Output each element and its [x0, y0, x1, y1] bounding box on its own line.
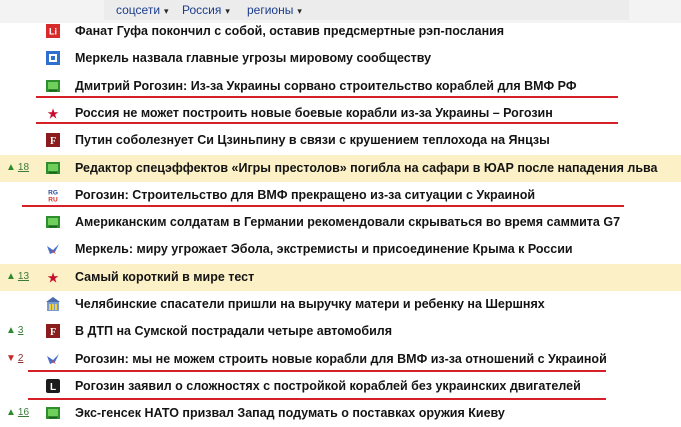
news-headline-link[interactable]: Меркель назвала главные угрозы мировому … [75, 51, 431, 65]
chevron-down-icon: ▾ [164, 6, 169, 16]
chevron-down-icon: ▾ [225, 6, 230, 16]
filter-social-dropdown[interactable]: соцсети ▾ [116, 3, 169, 17]
triangle-up-icon: ▲ [6, 325, 16, 337]
news-headline-link[interactable]: Рогозин заявил о сложностях с постройкой… [75, 379, 581, 393]
news-row: Меркель назвала главные угрозы мировому … [0, 45, 681, 72]
source-tv-green-icon [46, 161, 60, 174]
news-row: ▼ 2 Рогозин: мы не можем строить новые кор… [0, 346, 681, 373]
chevron-down-icon: ▾ [297, 6, 302, 16]
source-tv-green-icon [46, 79, 60, 92]
source-l-black-icon: L [46, 378, 60, 393]
news-row: Челябинские спасатели пришли на выручку … [0, 291, 681, 318]
svg-text:★: ★ [47, 270, 60, 286]
annotation-underline [28, 370, 606, 372]
annotation-underline [36, 122, 618, 124]
filter-social-label: соцсети [116, 3, 161, 17]
source-bird-blue-icon [47, 244, 59, 255]
news-row: ▲ 3 F В ДТП на Сумской пострадали четыре ав… [0, 318, 681, 345]
svg-text:RG: RG [48, 189, 58, 196]
source-f-maroon-icon: F [46, 324, 60, 339]
triangle-up-icon: ▲ [6, 161, 16, 173]
rank-change-count[interactable]: 2 [18, 353, 24, 364]
triangle-up-icon: ▲ [6, 270, 16, 282]
source-building-icon [46, 297, 60, 311]
source-tv-green-icon [46, 407, 60, 420]
rank-change-count[interactable]: 18 [18, 162, 29, 173]
source-red-star-icon: ★ [47, 270, 60, 286]
news-headline-link[interactable]: Рогозин: мы не можем строить новые кораб… [75, 352, 607, 366]
source-tv-green-icon [46, 216, 60, 229]
svg-text:Li: Li [49, 27, 57, 37]
news-headline-link[interactable]: Дмитрий Рогозин: Из-за Украины сорвано с… [75, 79, 577, 93]
rank-change-count[interactable]: 3 [18, 325, 24, 336]
annotation-underline [22, 205, 624, 207]
triangle-up-icon: ▲ [6, 407, 16, 419]
source-red-star-icon: ★ [47, 106, 60, 122]
news-headline-link[interactable]: Челябинские спасатели пришли на выручку … [75, 297, 545, 311]
news-headline-link[interactable]: Путин соболезнует Си Цзиньпину в связи с… [75, 133, 550, 147]
rank-down-indicator: ▼ 2 [6, 353, 23, 364]
annotation-underline [28, 398, 606, 400]
news-row: Американским солдатам в Германии рекомен… [0, 209, 681, 236]
source-f-maroon-icon: F [46, 133, 60, 148]
news-row: L Рогозин заявил о сложностях с постройко… [0, 373, 681, 400]
annotation-underline [36, 96, 618, 98]
news-headline-link[interactable]: Американским солдатам в Германии рекомен… [75, 215, 620, 229]
rank-up-indicator: ▲ 16 [6, 407, 29, 418]
svg-text:L: L [50, 382, 56, 393]
news-row: Li Фанат Гуфа покончил с собой, оставив п… [0, 18, 681, 45]
svg-text:★: ★ [47, 106, 60, 122]
news-headline-link[interactable]: Рогозин: Строительство для ВМФ прекращен… [75, 188, 535, 202]
news-row: Меркель: миру угрожает Эбола, экстремист… [0, 236, 681, 263]
news-headline-link[interactable]: Самый короткий в мире тест [75, 270, 254, 284]
news-headline-link[interactable]: Редактор спецэффектов «Игры престолов» п… [75, 161, 657, 175]
triangle-down-icon: ▼ [6, 352, 16, 364]
news-headline-link[interactable]: Россия не может построить новые боевые к… [75, 106, 553, 120]
news-row: F Путин соболезнует Си Цзиньпину в связи … [0, 127, 681, 154]
svg-text:RU: RU [48, 196, 58, 203]
rank-up-indicator: ▲ 3 [6, 325, 23, 336]
filter-regions-dropdown[interactable]: регионы ▾ [247, 3, 302, 17]
filter-russia-label: Россия [182, 3, 222, 17]
news-row: ▲ 13 ★ Самый короткий в мире тест [0, 263, 681, 291]
source-rg-ru-icon: RGRU [48, 189, 58, 203]
rank-change-count[interactable]: 16 [18, 407, 29, 418]
news-row: ▲ 18 Редактор спецэффектов «Игры престолов… [0, 154, 681, 182]
source-blue-square-icon [46, 51, 60, 66]
news-headline-link[interactable]: В ДТП на Сумской пострадали четыре автом… [75, 324, 392, 338]
rank-up-indicator: ▲ 18 [6, 162, 29, 173]
rank-change-count[interactable]: 13 [18, 271, 29, 282]
rank-up-indicator: ▲ 13 [6, 271, 29, 282]
news-headline-link[interactable]: Экс-генсек НАТО призвал Запад подумать о… [75, 406, 505, 420]
news-headline-link[interactable]: Фанат Гуфа покончил с собой, оставив пре… [75, 24, 504, 38]
svg-text:F: F [50, 136, 56, 147]
source-li-red-icon: Li [46, 24, 60, 38]
svg-text:F: F [50, 327, 56, 338]
filter-regions-label: регионы [247, 3, 294, 17]
source-bird-blue-icon [47, 353, 59, 364]
filter-russia-dropdown[interactable]: Россия ▾ [182, 3, 230, 17]
news-headline-link[interactable]: Меркель: миру угрожает Эбола, экстремист… [75, 242, 573, 256]
